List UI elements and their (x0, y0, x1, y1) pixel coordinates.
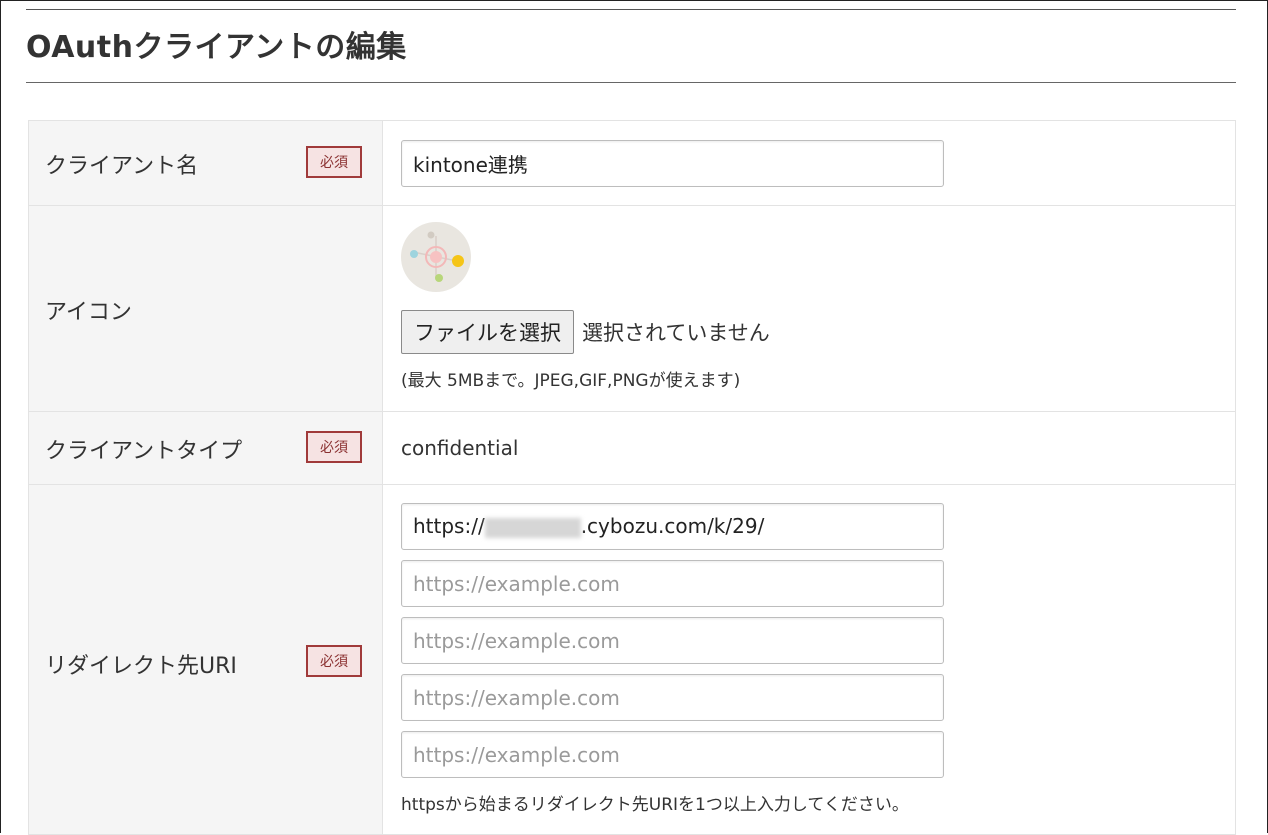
client-icon-preview (401, 222, 471, 292)
client-name-label: クライアント名 (45, 154, 199, 179)
title-divider (26, 82, 1236, 83)
client-name-input[interactable] (401, 139, 944, 187)
redirect-uri-input-5[interactable] (401, 731, 944, 778)
icon-label-cell: アイコン (28, 205, 383, 412)
client-name-value-cell (382, 120, 1236, 206)
required-badge: 必須 (306, 645, 362, 677)
redirect-uri-row: リダイレクト先URI 必須 https://.cybozu.com/k/29/ … (28, 484, 1236, 835)
redirect-uri-first-wrapper: https://.cybozu.com/k/29/ (401, 503, 944, 550)
required-badge: 必須 (306, 146, 362, 178)
client-form-table: クライアント名 必須 アイコン (28, 120, 1236, 835)
client-type-label-cell: クライアントタイプ 必須 (28, 411, 383, 485)
icon-label: アイコン (45, 300, 132, 325)
client-type-value: confidential (401, 436, 519, 460)
client-type-value-cell: confidential (382, 411, 1236, 485)
top-divider (26, 9, 1236, 10)
choose-file-button[interactable]: ファイルを選択 (401, 310, 574, 354)
icon-value-cell: ファイルを選択 選択されていません (最大 5MBまで。JPEG,GIF,PNG… (382, 205, 1236, 412)
client-name-row: クライアント名 必須 (28, 120, 1236, 206)
file-status-text: 選択されていません (582, 321, 770, 345)
client-name-label-cell: クライアント名 必須 (28, 120, 383, 206)
icon-row: アイコン ファイルを選択 選択されていません (最大 5MBまで。JPEG,GI… (28, 205, 1236, 412)
redirect-uri-hint-text: httpsから始まるリダイレクト先URIを1つ以上入力してください。 (401, 795, 909, 815)
redirect-uri-input-1[interactable] (401, 503, 944, 550)
client-type-label: クライアントタイプ (45, 439, 243, 464)
required-badge: 必須 (306, 431, 362, 463)
redirect-uri-label: リダイレクト先URI (45, 654, 237, 679)
redirect-uri-input-4[interactable] (401, 674, 944, 721)
redirect-uri-input-3[interactable] (401, 617, 944, 664)
redirect-uri-value-cell: https://.cybozu.com/k/29/ httpsから始まるリダイレ… (382, 484, 1236, 835)
app-icon (410, 231, 464, 282)
icon-hint-text: (最大 5MBまで。JPEG,GIF,PNGが使えます) (401, 371, 741, 391)
file-picker-row: ファイルを選択 選択されていません (401, 310, 1235, 354)
client-type-row: クライアントタイプ 必須 confidential (28, 411, 1236, 485)
redirect-uri-label-cell: リダイレクト先URI 必須 (28, 484, 383, 835)
page-title: OAuthクライアントの編集 (26, 30, 407, 65)
redirect-uri-input-2[interactable] (401, 560, 944, 607)
